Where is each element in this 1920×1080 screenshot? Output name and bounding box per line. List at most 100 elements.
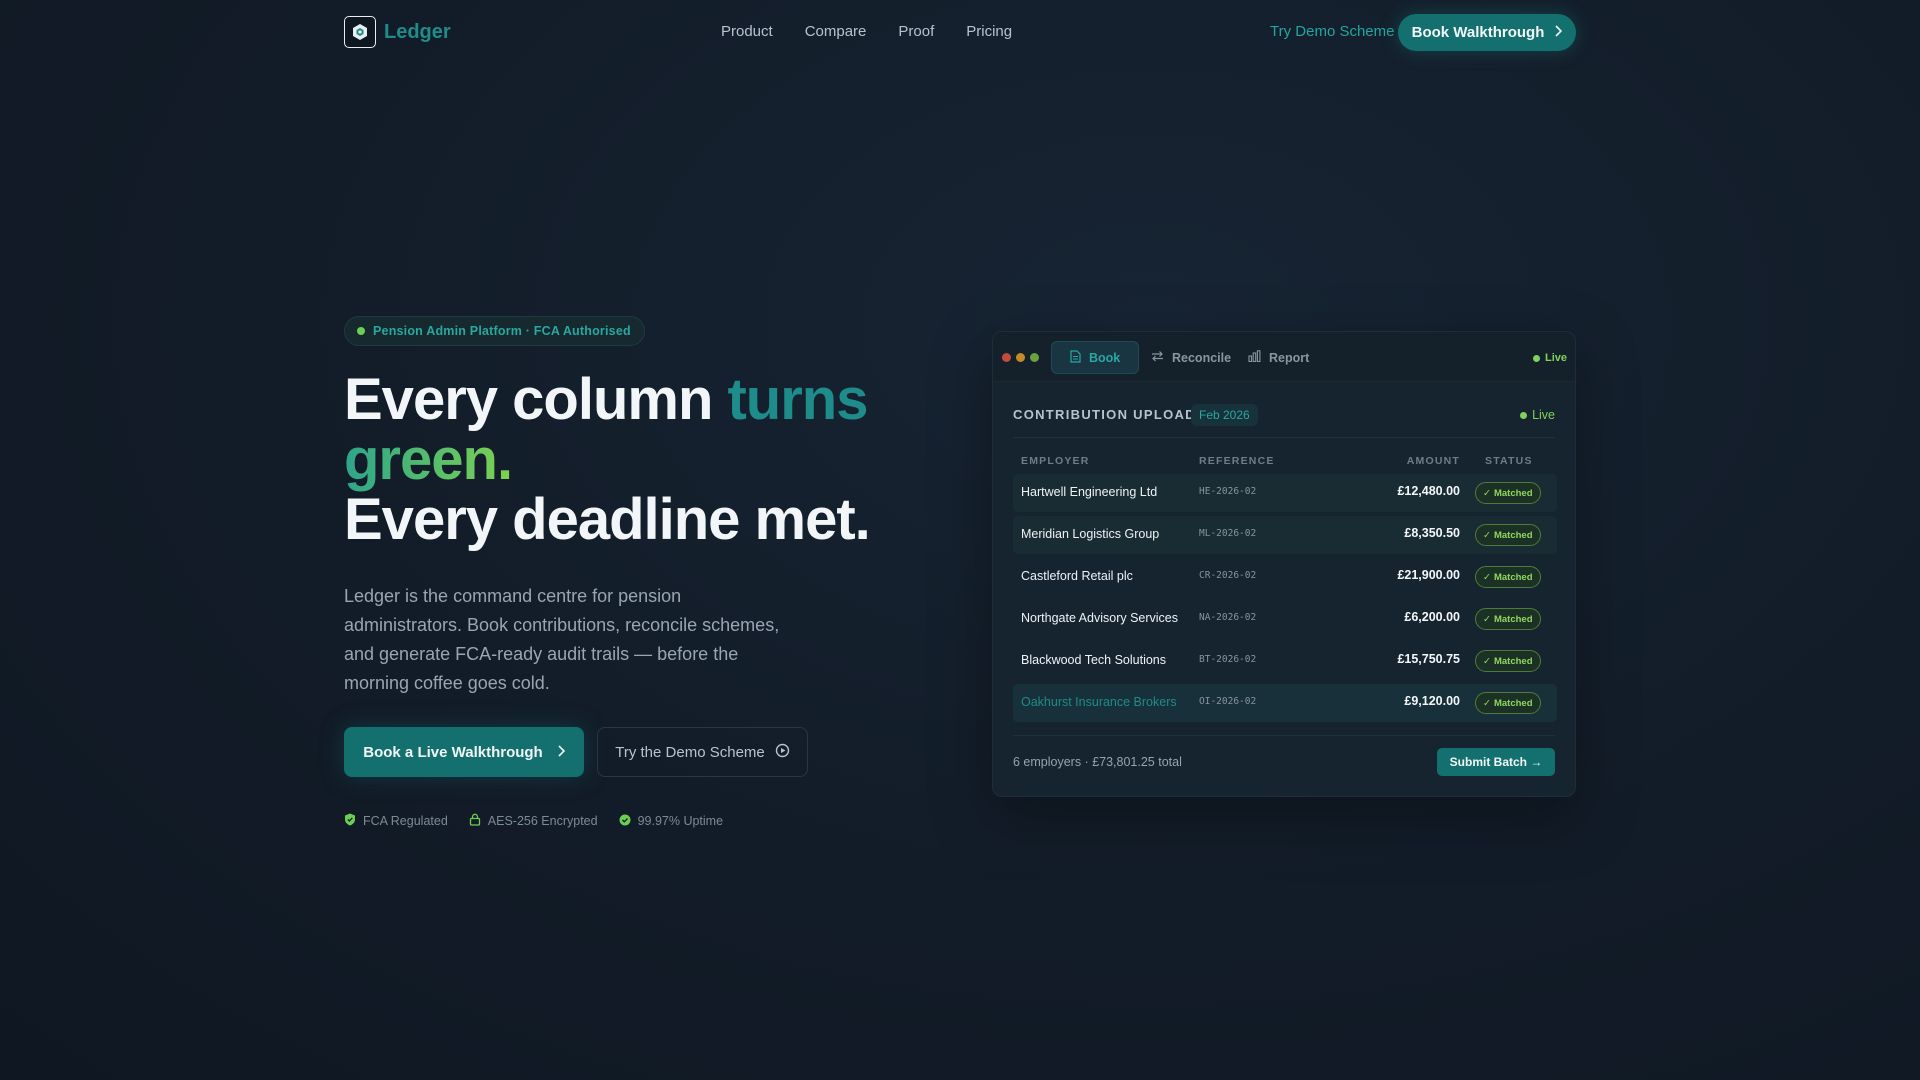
- status-label: Matched: [1493, 529, 1533, 541]
- nav-link-product[interactable]: Product: [721, 23, 773, 40]
- check-icon: ✓: [1483, 529, 1491, 541]
- employer-name: Hartwell Engineering Ltd: [1021, 485, 1158, 499]
- logo-icon: [344, 16, 376, 48]
- play-circle-icon: [775, 743, 790, 762]
- top-nav: Ledger Product Compare Proof Pricing Try…: [0, 0, 1920, 64]
- status-label: Matched: [1493, 487, 1533, 499]
- submit-batch-button[interactable]: Submit Batch →: [1437, 748, 1555, 776]
- status-badge: ✓ Matched: [1475, 608, 1541, 630]
- tab-book[interactable]: Book: [1051, 341, 1140, 374]
- check-icon: ✓: [1483, 571, 1491, 583]
- status-label: Matched: [1493, 613, 1533, 625]
- window-maximize-dot-icon: [1030, 353, 1039, 362]
- book-live-walkthrough-button[interactable]: Book a Live Walkthrough: [344, 727, 584, 777]
- check-circle-icon: [619, 814, 631, 829]
- period-badge[interactable]: Feb 2026: [1191, 404, 1258, 426]
- nav-link-proof[interactable]: Proof: [898, 23, 934, 40]
- live-dot-icon: [1520, 411, 1528, 419]
- status-label: Matched: [1493, 655, 1533, 667]
- employer-name: Northgate Advisory Services: [1021, 611, 1179, 625]
- table-header: EMPLOYER REFERENCE AMOUNT STATUS: [1013, 451, 1557, 471]
- status-badge: ✓ Matched: [1475, 692, 1541, 714]
- window-close-dot-icon: [1002, 353, 1011, 362]
- live-indicator: Live: [1532, 352, 1567, 364]
- tab-book-label: Book: [1089, 350, 1121, 365]
- hero-subtitle: Ledger is the command centre for pension…: [344, 586, 780, 693]
- column-header-employer: EMPLOYER: [1021, 455, 1090, 467]
- trust-fca-label: FCA Regulated: [363, 814, 448, 828]
- reference-code: CR-2026-02: [1199, 570, 1257, 581]
- trust-badges: FCA Regulated AES-256 Encrypted 99.97% U…: [344, 813, 723, 829]
- document-icon: [1070, 349, 1081, 366]
- employer-name: Castleford Retail plc: [1021, 569, 1133, 583]
- status-label: Matched: [1493, 571, 1533, 583]
- nav-book-walkthrough-button[interactable]: Book Walkthrough: [1398, 14, 1576, 51]
- chevron-right-icon: [1554, 24, 1563, 41]
- amount: £12,480.00: [1397, 484, 1460, 498]
- tab-report[interactable]: Report: [1230, 341, 1327, 374]
- amount: £6,200.00: [1404, 610, 1460, 624]
- column-header-amount: AMOUNT: [1406, 455, 1460, 467]
- amount: £8,350.50: [1404, 526, 1460, 540]
- bar-chart-icon: [1248, 350, 1261, 365]
- column-header-status: STATUS: [1485, 455, 1533, 467]
- check-icon: ✓: [1483, 655, 1491, 667]
- reference-code: BT-2026-02: [1199, 654, 1257, 665]
- status-badge: ✓ Matched: [1475, 650, 1541, 672]
- employer-name: Oakhurst Insurance Brokers: [1021, 695, 1177, 709]
- primary-button-label: Book a Live Walkthrough: [363, 743, 543, 761]
- divider: [1013, 735, 1555, 736]
- headline-part-d: Every deadline met.: [344, 487, 871, 552]
- platform-badge-text: Pension Admin Platform · FCA Authorised: [373, 324, 631, 338]
- nav-link-pricing[interactable]: Pricing: [966, 23, 1012, 40]
- live-status-label: Live: [1532, 408, 1555, 422]
- shield-icon: [344, 813, 356, 829]
- live-dot-icon: [1532, 354, 1540, 362]
- amount: £9,120.00: [1404, 694, 1460, 708]
- table-row[interactable]: Oakhurst Insurance Brokers OI-2026-02 £9…: [1013, 684, 1557, 722]
- trust-uptime-label: 99.97% Uptime: [637, 814, 724, 828]
- table-row[interactable]: Northgate Advisory Services NA-2026-02 £…: [1013, 600, 1557, 638]
- trust-encryption: AES-256 Encrypted: [469, 813, 598, 829]
- lock-icon: [469, 813, 481, 829]
- try-demo-scheme-button[interactable]: Try the Demo Scheme: [597, 727, 808, 777]
- headline-part-b: turns: [727, 367, 868, 432]
- platform-badge: Pension Admin Platform · FCA Authorised: [344, 316, 645, 346]
- swap-arrows-icon: [1151, 350, 1164, 365]
- app-preview-card: Book Reconcile Report Live CONTRIBUTION …: [992, 331, 1576, 797]
- divider: [1013, 437, 1555, 438]
- nav-link-compare[interactable]: Compare: [805, 23, 867, 40]
- status-label: Matched: [1493, 697, 1533, 709]
- status-badge: ✓ Matched: [1475, 482, 1541, 504]
- reference-code: HE-2026-02: [1199, 486, 1257, 497]
- nav-links: Product Compare Proof Pricing: [721, 23, 1012, 40]
- secondary-button-label: Try the Demo Scheme: [615, 743, 765, 761]
- headline-part-a: Every column: [344, 367, 728, 432]
- headline-part-c: green.: [344, 427, 513, 492]
- amount: £21,900.00: [1397, 568, 1460, 582]
- status-badge: ✓ Matched: [1475, 524, 1541, 546]
- reference-code: ML-2026-02: [1199, 528, 1257, 539]
- employer-name: Meridian Logistics Group: [1021, 527, 1160, 541]
- table-row[interactable]: Castleford Retail plc CR-2026-02 £21,900…: [1013, 558, 1557, 596]
- logo[interactable]: Ledger: [344, 16, 451, 48]
- section-title: CONTRIBUTION UPLOAD: [1013, 407, 1196, 422]
- employer-name: Blackwood Tech Solutions: [1021, 653, 1166, 667]
- trust-uptime: 99.97% Uptime: [619, 813, 723, 829]
- amount: £15,750.75: [1397, 652, 1460, 666]
- check-icon: ✓: [1483, 697, 1491, 709]
- table-row[interactable]: Hartwell Engineering Ltd HE-2026-02 £12,…: [1013, 474, 1557, 512]
- chevron-right-icon: [557, 744, 565, 761]
- table-row[interactable]: Blackwood Tech Solutions BT-2026-02 £15,…: [1013, 642, 1557, 680]
- trust-encryption-label: AES-256 Encrypted: [487, 814, 598, 828]
- table-row[interactable]: Meridian Logistics Group ML-2026-02 £8,3…: [1013, 516, 1557, 554]
- hero-headline: Every column turns green. Every deadline…: [344, 367, 871, 552]
- check-icon: ✓: [1483, 487, 1491, 499]
- nav-demo-link[interactable]: Try Demo Scheme: [1270, 23, 1394, 40]
- trust-fca: FCA Regulated: [344, 813, 448, 829]
- app-tab-bar: Book Reconcile Report Live: [993, 332, 1575, 382]
- batch-summary: 6 employers · £73,801.25 total: [1013, 755, 1182, 769]
- window-controls: [1002, 353, 1039, 362]
- reference-code: OI-2026-02: [1199, 696, 1257, 707]
- tab-report-label: Report: [1269, 350, 1310, 365]
